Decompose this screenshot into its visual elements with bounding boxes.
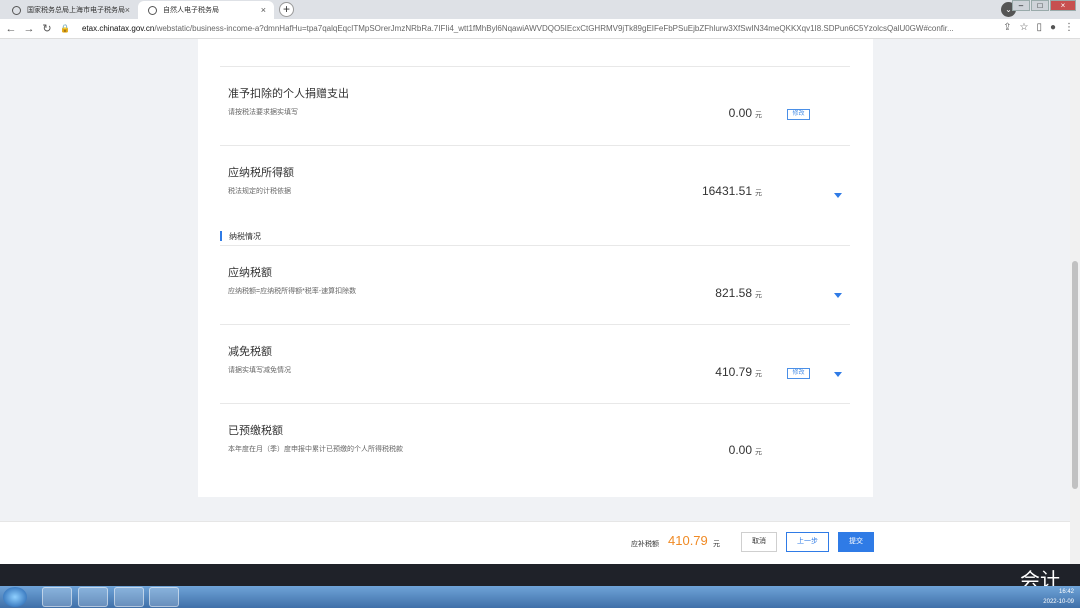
globe-icon	[148, 5, 157, 15]
previous-row	[220, 39, 850, 67]
taskbar-explorer-icon[interactable]	[78, 587, 108, 607]
row-donation-deduction: 准予扣除的个人捐赠支出 请按税法要求据实填写 0.00 元 修改	[220, 67, 850, 146]
scrollbar-thumb[interactable]	[1072, 261, 1078, 489]
previous-step-button[interactable]: 上一步	[786, 532, 829, 552]
row-title: 准予扣除的个人捐赠支出	[228, 88, 349, 100]
form-card: 准予扣除的个人捐赠支出 请按税法要求据实填写 0.00 元 修改 应纳税所得额 税…	[198, 39, 873, 497]
forward-arrow-icon[interactable]: →	[22, 23, 36, 35]
tax-due-unit: 元	[713, 541, 720, 548]
expand-caret-icon[interactable]	[834, 193, 842, 198]
row-prepaid-tax: 已预缴税额 本年度在月（季）度申报中累计已预缴的个人所得税税款 0.00 元	[220, 404, 850, 483]
url-path: /webstatic/business-income-a?dmnHafHu=tp…	[154, 24, 954, 33]
row-amount: 0.00 元	[729, 443, 762, 457]
submit-bar: 应补税额 410.79 元 取消 上一步 提交	[0, 521, 1070, 564]
amount-value: 821.58	[715, 286, 752, 300]
amount-unit: 元	[755, 112, 762, 119]
menu-icon[interactable]: ⋮	[1064, 22, 1074, 33]
os-taskbar: 16:42 2022-10-09	[0, 586, 1080, 608]
row-amount: 410.79 元	[715, 365, 762, 379]
share-icon[interactable]: ⇪	[1003, 22, 1011, 33]
amount-unit: 元	[755, 190, 762, 197]
browser-tabstrip: 国家税务总局上海市电子税务局 × 自然人电子税务局 × + ⌄ – □ ×	[0, 0, 1080, 19]
submit-button[interactable]: 提交	[838, 532, 874, 552]
amount-value: 16431.51	[701, 184, 752, 198]
edit-button[interactable]: 修改	[787, 109, 810, 120]
amount-value: 0.00	[728, 443, 752, 457]
row-description: 应纳税额=应纳税所得额*税率-速算扣除数	[228, 288, 357, 295]
taskbar-chrome-icon[interactable]	[42, 587, 72, 607]
url-host: etax.chinatax.gov.cn	[82, 24, 155, 33]
row-amount: 0.00 元	[729, 106, 762, 120]
amount-unit: 元	[755, 371, 762, 378]
address-bar[interactable]: etax.chinatax.gov.cn/webstatic/business-…	[82, 24, 972, 33]
cancel-button[interactable]: 取消	[741, 532, 777, 552]
clock-time: 16:42	[1058, 589, 1074, 595]
window-controls: – □ ×	[1012, 0, 1076, 12]
browser-tab-natural-person-tax[interactable]: 自然人电子税务局 ×	[138, 1, 274, 19]
browser-tab-shanghai-tax[interactable]: 国家税务总局上海市电子税务局 ×	[2, 1, 138, 19]
new-tab-button[interactable]: +	[279, 2, 294, 17]
taskbar-wps-icon[interactable]	[149, 587, 179, 607]
row-title: 减免税额	[228, 346, 272, 358]
section-accent-bar	[220, 231, 222, 241]
clock-date: 2022-10-09	[1043, 599, 1074, 605]
close-tab-icon[interactable]: ×	[261, 5, 266, 15]
sidebar-icon[interactable]: ▯	[1036, 22, 1042, 33]
amount-unit: 元	[755, 449, 762, 456]
row-amount: 821.58 元	[715, 286, 762, 300]
back-arrow-icon[interactable]: ←	[4, 23, 18, 35]
amount-value: 0.00	[728, 106, 752, 120]
taskbar-app-icon[interactable]	[114, 587, 144, 607]
close-tab-icon[interactable]: ×	[125, 5, 130, 15]
lock-icon[interactable]: 🔒	[58, 24, 72, 33]
bookmark-star-icon[interactable]: ☆	[1019, 22, 1028, 33]
system-clock[interactable]: 16:42 2022-10-09	[1043, 587, 1074, 607]
tax-due-label: 应补税额	[631, 541, 659, 548]
row-taxable-income: 应纳税所得额 税法规定的计税依据 16431.51 元	[220, 146, 850, 225]
tab-label: 国家税务总局上海市电子税务局	[27, 7, 125, 14]
row-description: 请据实填写减免情况	[228, 367, 291, 374]
expand-caret-icon[interactable]	[834, 372, 842, 377]
row-title: 已预缴税额	[228, 425, 283, 437]
row-amount: 16431.51 元	[702, 184, 762, 198]
row-description: 本年度在月（季）度申报中累计已预缴的个人所得税税款	[228, 446, 403, 453]
browser-toolbar: ← → ↻ 🔒 etax.chinatax.gov.cn/webstatic/b…	[0, 19, 1080, 39]
reload-icon[interactable]: ↻	[40, 22, 54, 35]
row-title: 应纳税额	[228, 267, 272, 279]
row-description: 请按税法要求据实填写	[228, 109, 298, 116]
close-window-icon[interactable]: ×	[1050, 0, 1076, 11]
row-description: 税法规定的计税依据	[228, 188, 291, 195]
amount-unit: 元	[755, 292, 762, 299]
page-content: 准予扣除的个人捐赠支出 请按税法要求据实填写 0.00 元 修改 应纳税所得额 税…	[0, 39, 1070, 564]
page-scrollbar[interactable]	[1070, 39, 1080, 564]
expand-caret-icon[interactable]	[834, 293, 842, 298]
section-label: 纳税情况	[229, 232, 261, 241]
profile-icon[interactable]: ●	[1050, 22, 1056, 33]
edit-button[interactable]: 修改	[787, 368, 810, 379]
site-footer: 会计	[0, 564, 1080, 592]
row-tax-reduction: 减免税额 请据实填写减免情况 410.79 元 修改	[220, 325, 850, 404]
row-tax-payable: 应纳税额 应纳税额=应纳税所得额*税率-速算扣除数 821.58 元	[220, 246, 850, 325]
minimize-icon[interactable]: –	[1012, 0, 1030, 11]
start-button[interactable]	[3, 587, 27, 607]
tax-due-amount: 410.79	[668, 533, 708, 548]
amount-value: 410.79	[715, 365, 752, 379]
maximize-icon[interactable]: □	[1031, 0, 1049, 11]
globe-icon	[12, 5, 21, 15]
section-tax-status: 纳税情况	[220, 228, 850, 246]
tab-label: 自然人电子税务局	[163, 7, 219, 14]
toolbar-actions: ⇪ ☆ ▯ ● ⋮	[1003, 22, 1074, 33]
row-title: 应纳税所得额	[228, 167, 294, 179]
